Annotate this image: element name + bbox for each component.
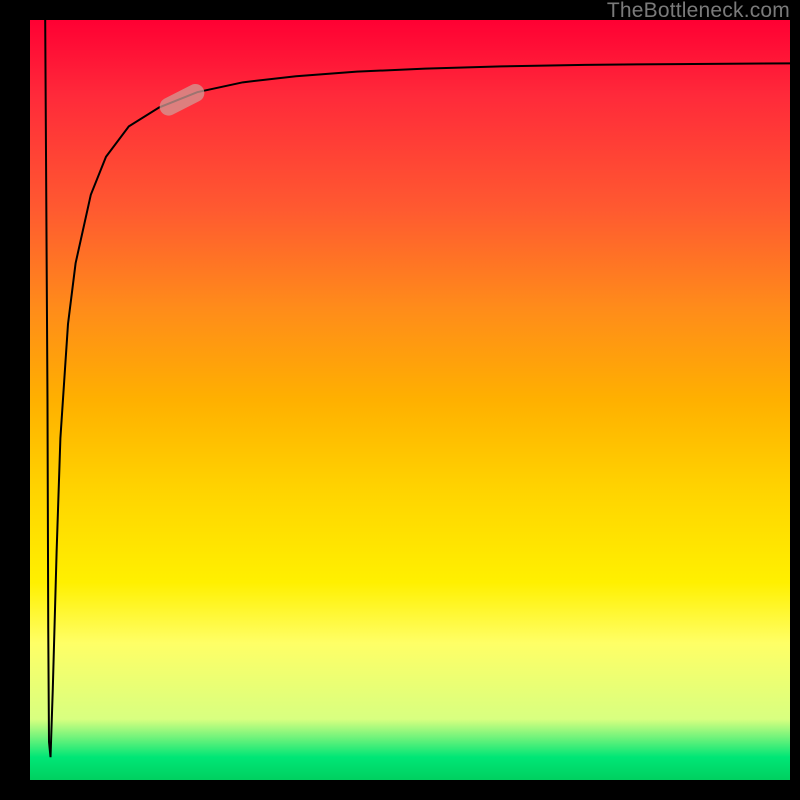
chart-frame: TheBottleneck.com [0,0,800,800]
plot-area [30,20,790,780]
attribution-text: TheBottleneck.com [607,0,790,23]
